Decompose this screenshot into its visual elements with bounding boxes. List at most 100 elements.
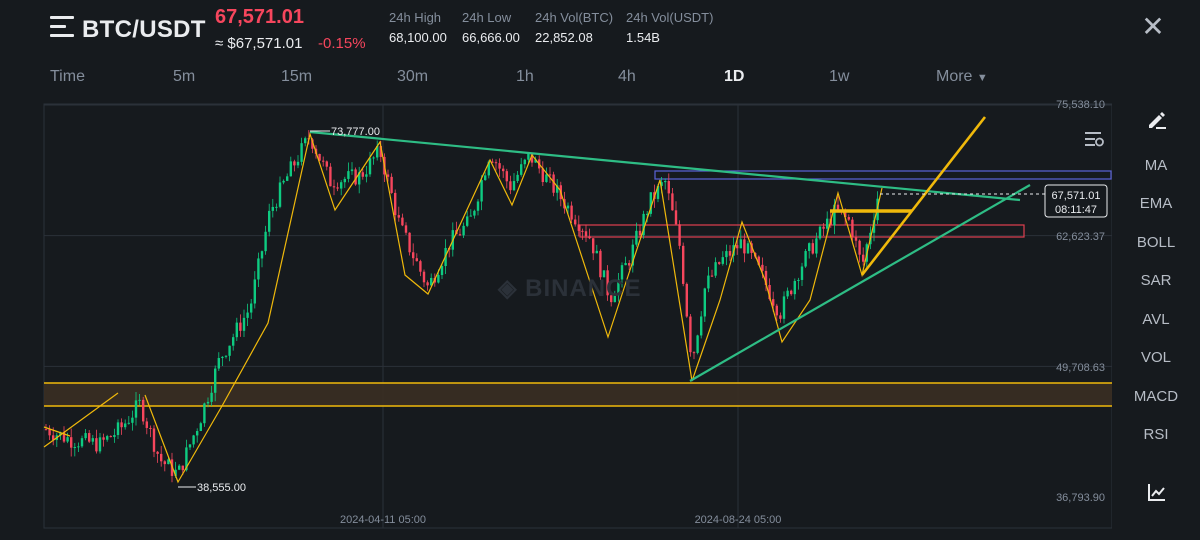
candle-body xyxy=(300,143,303,162)
candle-body xyxy=(804,251,807,267)
candle-body xyxy=(246,312,249,318)
candle-body xyxy=(210,392,213,402)
candle-body xyxy=(718,262,721,264)
candle-body xyxy=(847,217,850,220)
candle-body xyxy=(408,232,411,253)
high-annotation: 73,777.00 xyxy=(331,126,380,138)
candle-body xyxy=(577,224,580,231)
candle-body xyxy=(419,261,422,272)
candle-body xyxy=(469,215,472,217)
candle-body xyxy=(88,433,91,442)
candle-body xyxy=(131,417,134,423)
indicator-sar[interactable]: SAR xyxy=(1112,272,1200,289)
support-zone xyxy=(44,383,1112,406)
candle-body xyxy=(581,230,584,232)
candle-body xyxy=(145,421,148,428)
ascending-trendline xyxy=(689,184,1031,382)
candle-body xyxy=(332,186,336,188)
candle-body xyxy=(624,263,627,266)
candle-body xyxy=(736,245,739,249)
candle-body xyxy=(264,231,267,252)
candle-body xyxy=(253,279,256,304)
candle-body xyxy=(401,217,404,226)
candle-body xyxy=(811,243,814,254)
candle-body xyxy=(502,168,505,172)
candle-body xyxy=(818,226,822,239)
candle-body xyxy=(278,182,282,207)
candle-body xyxy=(268,210,271,232)
candle-body xyxy=(250,303,253,313)
candle-body xyxy=(271,206,274,211)
candle-body xyxy=(509,181,512,191)
candle-body xyxy=(664,181,667,183)
candle-body xyxy=(854,237,858,241)
candle-body xyxy=(412,252,415,259)
indicator-ma[interactable]: MA xyxy=(1112,157,1200,174)
candle-body xyxy=(386,174,390,177)
candle-body xyxy=(746,243,750,254)
candle-body xyxy=(188,444,192,448)
candle-body xyxy=(44,429,48,431)
candle-body xyxy=(156,451,159,454)
candle-body xyxy=(48,429,51,436)
candle-body xyxy=(692,352,696,354)
candle-body xyxy=(224,355,228,357)
candle-body xyxy=(365,174,368,177)
chart-type-icon[interactable] xyxy=(1147,482,1167,502)
candle-body xyxy=(826,218,829,229)
candle-body xyxy=(520,164,523,175)
indicator-ema[interactable]: EMA xyxy=(1112,195,1200,212)
candle-body xyxy=(113,434,116,438)
candle-body xyxy=(710,275,714,277)
candle-body xyxy=(336,187,339,189)
candle-body xyxy=(505,171,508,182)
candle-body xyxy=(102,437,105,440)
indicator-rsi[interactable]: RSI xyxy=(1112,426,1200,443)
candle-body xyxy=(494,162,498,164)
candle-body xyxy=(725,251,728,258)
low-annotation: 38,555.00 xyxy=(197,482,246,494)
candle-body xyxy=(149,427,152,429)
candle-body xyxy=(350,169,354,172)
indicator-vol[interactable]: VOL xyxy=(1112,349,1200,366)
candle-body xyxy=(700,316,703,336)
candle-body xyxy=(862,254,865,262)
draw-pencil-icon[interactable] xyxy=(1146,108,1168,130)
plot-frame xyxy=(43,103,1112,529)
candle-body xyxy=(592,238,595,254)
candle-body xyxy=(84,433,87,439)
candle-body xyxy=(422,271,426,283)
candle-body xyxy=(232,337,235,346)
candle-body xyxy=(671,193,674,211)
candle-body xyxy=(570,205,573,220)
candle-body xyxy=(790,290,793,295)
candle-body xyxy=(199,423,202,432)
candle-body xyxy=(95,438,98,452)
candle-body xyxy=(707,275,710,289)
candle-body xyxy=(574,219,577,225)
indicator-avl[interactable]: AVL xyxy=(1112,311,1200,328)
candle-body xyxy=(322,160,325,162)
candle-body xyxy=(206,401,210,404)
candle-body xyxy=(106,436,109,440)
candle-body xyxy=(289,161,292,177)
candle-body xyxy=(797,279,800,281)
candle-body xyxy=(635,230,638,245)
indicator-macd[interactable]: MACD xyxy=(1112,388,1200,405)
candle-body xyxy=(728,251,732,256)
indicator-boll[interactable]: BOLL xyxy=(1112,234,1200,251)
candle-body xyxy=(779,315,782,319)
candle-body xyxy=(91,438,94,442)
candle-body xyxy=(800,266,804,280)
candle-body xyxy=(192,435,195,445)
candle-body xyxy=(685,283,688,317)
close-icon[interactable]: ✕ xyxy=(1140,13,1166,41)
price-chart[interactable]: 67,571.01 08:11:47 75,538.10 62,623.37 49,70… xyxy=(0,0,1112,540)
candle-body xyxy=(217,358,220,369)
candle-body xyxy=(476,201,480,211)
candle-body xyxy=(786,290,789,297)
candle-body xyxy=(466,216,469,226)
candle-body xyxy=(120,422,123,428)
candle-body xyxy=(124,423,127,428)
candle-body xyxy=(235,322,238,338)
